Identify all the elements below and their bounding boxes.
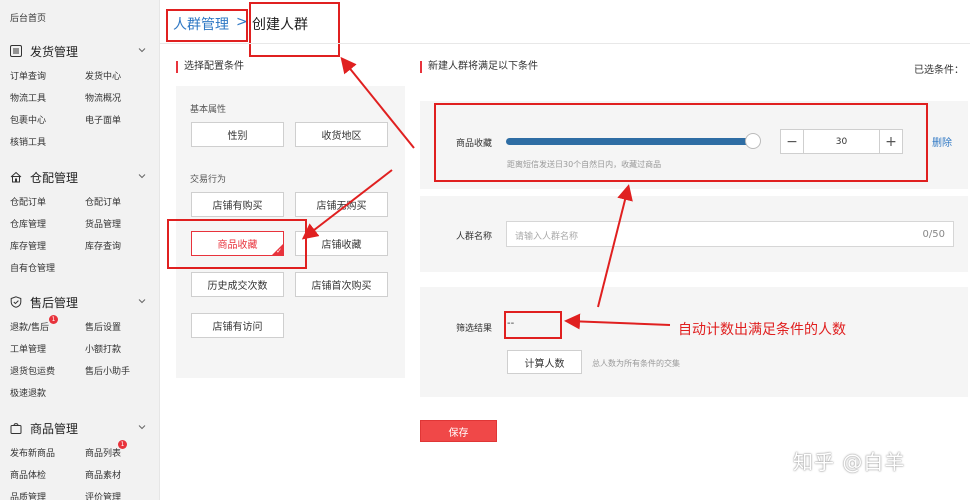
- annotation-arrows: [301, 56, 671, 330]
- arrow-to-option: [301, 169, 393, 240]
- arrow-to-condition: [597, 184, 633, 308]
- arrow-to-title: [340, 56, 415, 149]
- arrow-to-result: [564, 313, 671, 330]
